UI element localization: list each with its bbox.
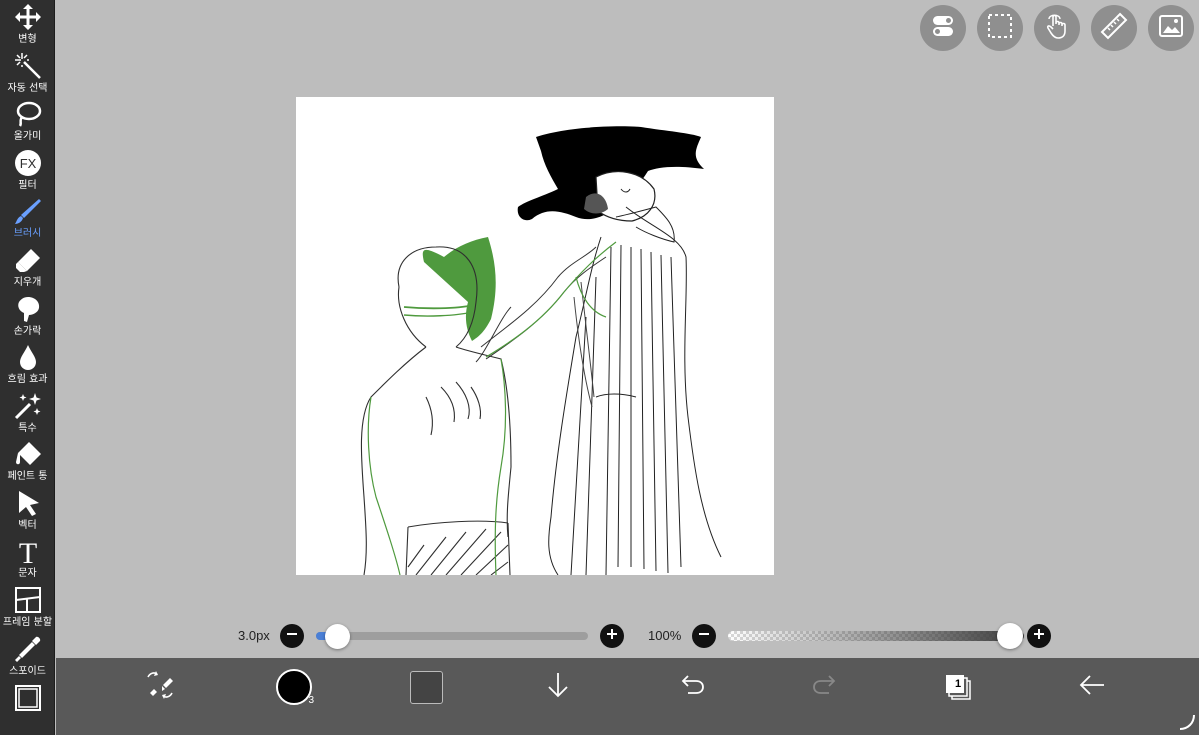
magic-wand-icon	[13, 51, 43, 81]
smudge-finger-icon	[13, 294, 43, 324]
opacity-minus-button[interactable]	[692, 624, 716, 648]
minus-icon	[285, 627, 299, 646]
download-button[interactable]	[542, 658, 574, 716]
app-window: 변형 자동 선택 올가미 FX 필터 브러시 지우개 손가락 흐림 효과 특수 …	[0, 0, 1199, 735]
text-icon: T	[13, 536, 43, 566]
fx-text: FX	[19, 156, 36, 171]
selection-icon	[986, 12, 1014, 45]
tool-label: 지우개	[13, 277, 42, 288]
artwork	[360, 126, 722, 575]
layers-button[interactable]: 1	[942, 658, 974, 716]
secondary-color-button[interactable]	[408, 658, 444, 716]
tool-label: 벡터	[18, 520, 37, 531]
layers-icon: 1	[942, 671, 974, 703]
tool-label: 흐림 효과	[7, 374, 48, 385]
tool-label: 자동 선택	[7, 83, 48, 94]
opacity-label: 100%	[648, 628, 682, 643]
brush-badge: 3	[308, 695, 314, 706]
tool-eyedropper[interactable]: 스포이드	[0, 634, 55, 682]
blur-drop-icon	[13, 342, 43, 372]
tool-label: 손가락	[13, 326, 42, 337]
ruler-icon	[1100, 12, 1128, 45]
minus-icon	[697, 627, 711, 646]
vector-arrow-icon	[13, 488, 43, 518]
toggle-icon	[929, 12, 957, 45]
tool-transform[interactable]: 변형	[0, 2, 55, 50]
tool-label: 문자	[18, 568, 37, 579]
brush-size-minus-button[interactable]	[280, 624, 304, 648]
redo-button[interactable]	[809, 658, 841, 716]
tool-blur[interactable]: 흐림 효과	[0, 342, 55, 390]
tool-vector[interactable]: 벡터	[0, 488, 55, 536]
primary-color-button[interactable]: 3	[274, 658, 314, 716]
tool-smudge[interactable]: 손가락	[0, 294, 55, 342]
tool-label: 페인트 통	[7, 471, 48, 482]
resize-handle-icon[interactable]	[1178, 713, 1196, 731]
brush-size-slider[interactable]	[316, 632, 588, 640]
undo-icon	[676, 669, 708, 706]
selection-button[interactable]	[977, 5, 1023, 51]
canvas-frame-icon	[13, 683, 43, 713]
color-swatch: 3	[276, 669, 314, 706]
layer-count: 1	[954, 678, 962, 690]
touch-button[interactable]	[1034, 5, 1080, 51]
back-button[interactable]	[1076, 658, 1108, 716]
download-icon	[542, 669, 574, 706]
eyedropper-icon	[13, 634, 43, 664]
tool-label: 특수	[18, 423, 37, 434]
sparkle-special-icon	[13, 391, 43, 421]
tool-paint-bucket[interactable]: 페인트 통	[0, 439, 55, 487]
tool-label: 변형	[18, 34, 37, 45]
tool-label: 올가미	[13, 131, 42, 142]
lasso-icon	[13, 99, 43, 129]
drawing-canvas[interactable]	[296, 97, 774, 575]
ruler-button[interactable]	[1091, 5, 1137, 51]
paint-bucket-icon	[13, 439, 43, 469]
swap-tools-icon	[144, 669, 176, 706]
opacity-slider[interactable]	[728, 631, 1024, 641]
eraser-icon	[13, 245, 43, 275]
secondary-swatch	[409, 670, 443, 704]
tool-label: 프레임 분할	[2, 617, 53, 628]
tool-text[interactable]: T 문자	[0, 536, 55, 584]
tool-lasso[interactable]: 올가미	[0, 99, 55, 147]
image-button[interactable]	[1148, 5, 1194, 51]
touch-icon	[1043, 12, 1071, 45]
tool-special[interactable]: 특수	[0, 391, 55, 439]
tool-label: 필터	[18, 180, 37, 191]
brush-size-knob[interactable]	[325, 624, 350, 649]
tool-canvas[interactable]	[0, 683, 55, 731]
undo-button[interactable]	[676, 658, 708, 716]
frame-divider-icon	[13, 585, 43, 615]
text-tool-glyph: T	[18, 537, 36, 565]
tool-filter[interactable]: FX 필터	[0, 148, 55, 196]
tool-eraser[interactable]: 지우개	[0, 245, 55, 293]
opacity-plus-button[interactable]	[1027, 624, 1051, 648]
back-icon	[1076, 669, 1108, 706]
plus-icon	[1032, 627, 1046, 646]
swap-tools-button[interactable]	[142, 658, 178, 716]
tool-label: 브러시	[13, 228, 42, 239]
fx-filter-icon: FX	[13, 148, 43, 178]
toggle-button[interactable]	[920, 5, 966, 51]
left-toolbar: 변형 자동 선택 올가미 FX 필터 브러시 지우개 손가락 흐림 효과 특수 …	[0, 0, 55, 735]
redo-icon	[809, 669, 841, 706]
brush-icon	[13, 196, 43, 226]
tool-brush[interactable]: 브러시	[0, 196, 55, 244]
move-icon	[13, 2, 43, 32]
bottom-toolbar: 3 1	[56, 658, 1199, 735]
tool-label: 스포이드	[9, 666, 46, 677]
opacity-knob[interactable]	[997, 623, 1023, 649]
brush-size-label: 3.0px	[238, 628, 270, 643]
tool-frame-divider[interactable]: 프레임 분할	[0, 585, 55, 633]
plus-icon	[605, 627, 619, 646]
image-icon	[1157, 12, 1185, 45]
brush-size-plus-button[interactable]	[600, 624, 624, 648]
tool-auto-select[interactable]: 자동 선택	[0, 51, 55, 99]
